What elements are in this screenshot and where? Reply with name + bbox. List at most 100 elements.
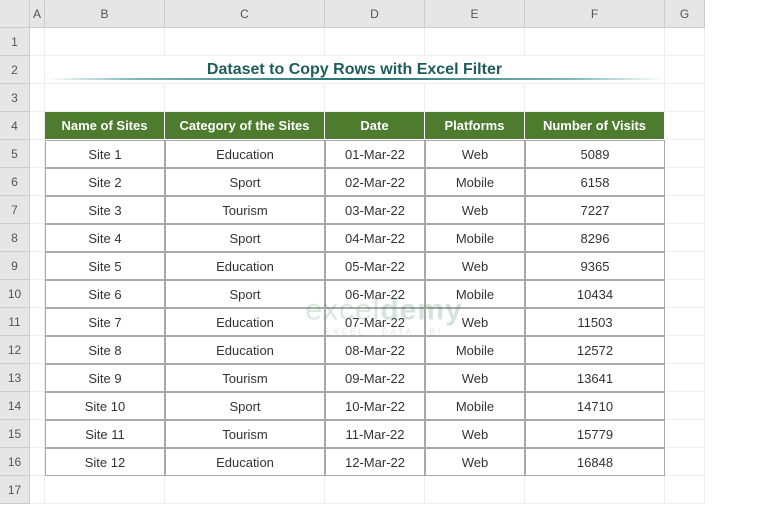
table-cell-platforms[interactable]: Web: [425, 140, 525, 168]
table-cell-name[interactable]: Site 5: [45, 252, 165, 280]
table-cell-date[interactable]: 04-Mar-22: [325, 224, 425, 252]
cell-G7[interactable]: [665, 196, 705, 224]
table-cell-name[interactable]: Site 6: [45, 280, 165, 308]
table-cell-visits[interactable]: 7227: [525, 196, 665, 224]
table-cell-visits[interactable]: 14710: [525, 392, 665, 420]
row-header-9[interactable]: 9: [0, 252, 30, 280]
table-cell-date[interactable]: 05-Mar-22: [325, 252, 425, 280]
table-cell-visits[interactable]: 5089: [525, 140, 665, 168]
cell-G14[interactable]: [665, 392, 705, 420]
column-header-A[interactable]: A: [30, 0, 45, 28]
select-all-cell[interactable]: [0, 0, 30, 28]
cell-E3[interactable]: [425, 84, 525, 112]
column-header-D[interactable]: D: [325, 0, 425, 28]
table-header-visits[interactable]: Number of Visits: [525, 112, 665, 140]
table-cell-visits[interactable]: 12572: [525, 336, 665, 364]
cell-B1[interactable]: [45, 28, 165, 56]
cell-G4[interactable]: [665, 112, 705, 140]
cell-D3[interactable]: [325, 84, 425, 112]
table-cell-category[interactable]: Sport: [165, 280, 325, 308]
row-header-10[interactable]: 10: [0, 280, 30, 308]
table-cell-name[interactable]: Site 12: [45, 448, 165, 476]
row-header-14[interactable]: 14: [0, 392, 30, 420]
table-cell-date[interactable]: 07-Mar-22: [325, 308, 425, 336]
table-cell-platforms[interactable]: Mobile: [425, 336, 525, 364]
cell-B17[interactable]: [45, 476, 165, 504]
cell-A5[interactable]: [30, 140, 45, 168]
table-header-name[interactable]: Name of Sites: [45, 112, 165, 140]
table-cell-platforms[interactable]: Web: [425, 308, 525, 336]
table-cell-category[interactable]: Tourism: [165, 196, 325, 224]
table-cell-category[interactable]: Education: [165, 448, 325, 476]
table-cell-category[interactable]: Education: [165, 252, 325, 280]
table-cell-platforms[interactable]: Mobile: [425, 280, 525, 308]
table-cell-category[interactable]: Education: [165, 308, 325, 336]
cell-D1[interactable]: [325, 28, 425, 56]
cell-E17[interactable]: [425, 476, 525, 504]
table-cell-visits[interactable]: 9365: [525, 252, 665, 280]
row-header-4[interactable]: 4: [0, 112, 30, 140]
cell-A8[interactable]: [30, 224, 45, 252]
table-cell-visits[interactable]: 8296: [525, 224, 665, 252]
row-header-17[interactable]: 17: [0, 476, 30, 504]
cell-G2[interactable]: [665, 56, 705, 84]
cell-A9[interactable]: [30, 252, 45, 280]
cell-G1[interactable]: [665, 28, 705, 56]
row-header-8[interactable]: 8: [0, 224, 30, 252]
row-header-11[interactable]: 11: [0, 308, 30, 336]
cell-A1[interactable]: [30, 28, 45, 56]
cell-D17[interactable]: [325, 476, 425, 504]
cell-F3[interactable]: [525, 84, 665, 112]
column-header-E[interactable]: E: [425, 0, 525, 28]
cell-G17[interactable]: [665, 476, 705, 504]
table-cell-name[interactable]: Site 1: [45, 140, 165, 168]
table-cell-category[interactable]: Tourism: [165, 420, 325, 448]
table-cell-date[interactable]: 11-Mar-22: [325, 420, 425, 448]
cell-G8[interactable]: [665, 224, 705, 252]
table-cell-visits[interactable]: 11503: [525, 308, 665, 336]
cell-A3[interactable]: [30, 84, 45, 112]
column-header-B[interactable]: B: [45, 0, 165, 28]
table-cell-platforms[interactable]: Web: [425, 448, 525, 476]
table-cell-visits[interactable]: 13641: [525, 364, 665, 392]
cell-B3[interactable]: [45, 84, 165, 112]
column-header-G[interactable]: G: [665, 0, 705, 28]
cell-C17[interactable]: [165, 476, 325, 504]
cell-A16[interactable]: [30, 448, 45, 476]
table-cell-name[interactable]: Site 4: [45, 224, 165, 252]
table-cell-visits[interactable]: 15779: [525, 420, 665, 448]
table-cell-platforms[interactable]: Mobile: [425, 392, 525, 420]
cell-A7[interactable]: [30, 196, 45, 224]
row-header-7[interactable]: 7: [0, 196, 30, 224]
table-cell-name[interactable]: Site 11: [45, 420, 165, 448]
cell-A12[interactable]: [30, 336, 45, 364]
cell-A14[interactable]: [30, 392, 45, 420]
table-cell-date[interactable]: 08-Mar-22: [325, 336, 425, 364]
table-cell-platforms[interactable]: Web: [425, 252, 525, 280]
table-header-platforms[interactable]: Platforms: [425, 112, 525, 140]
table-cell-category[interactable]: Sport: [165, 392, 325, 420]
cell-G16[interactable]: [665, 448, 705, 476]
table-cell-category[interactable]: Sport: [165, 224, 325, 252]
cell-G6[interactable]: [665, 168, 705, 196]
cell-G13[interactable]: [665, 364, 705, 392]
table-cell-name[interactable]: Site 7: [45, 308, 165, 336]
table-header-category[interactable]: Category of the Sites: [165, 112, 325, 140]
cell-A4[interactable]: [30, 112, 45, 140]
cell-A6[interactable]: [30, 168, 45, 196]
table-cell-visits[interactable]: 16848: [525, 448, 665, 476]
table-cell-platforms[interactable]: Web: [425, 420, 525, 448]
cell-G11[interactable]: [665, 308, 705, 336]
row-header-16[interactable]: 16: [0, 448, 30, 476]
cell-C3[interactable]: [165, 84, 325, 112]
cell-G3[interactable]: [665, 84, 705, 112]
table-cell-date[interactable]: 12-Mar-22: [325, 448, 425, 476]
row-header-15[interactable]: 15: [0, 420, 30, 448]
cell-A11[interactable]: [30, 308, 45, 336]
table-cell-date[interactable]: 02-Mar-22: [325, 168, 425, 196]
table-cell-category[interactable]: Tourism: [165, 364, 325, 392]
cell-G12[interactable]: [665, 336, 705, 364]
table-cell-platforms[interactable]: Mobile: [425, 168, 525, 196]
row-header-3[interactable]: 3: [0, 84, 30, 112]
row-header-1[interactable]: 1: [0, 28, 30, 56]
